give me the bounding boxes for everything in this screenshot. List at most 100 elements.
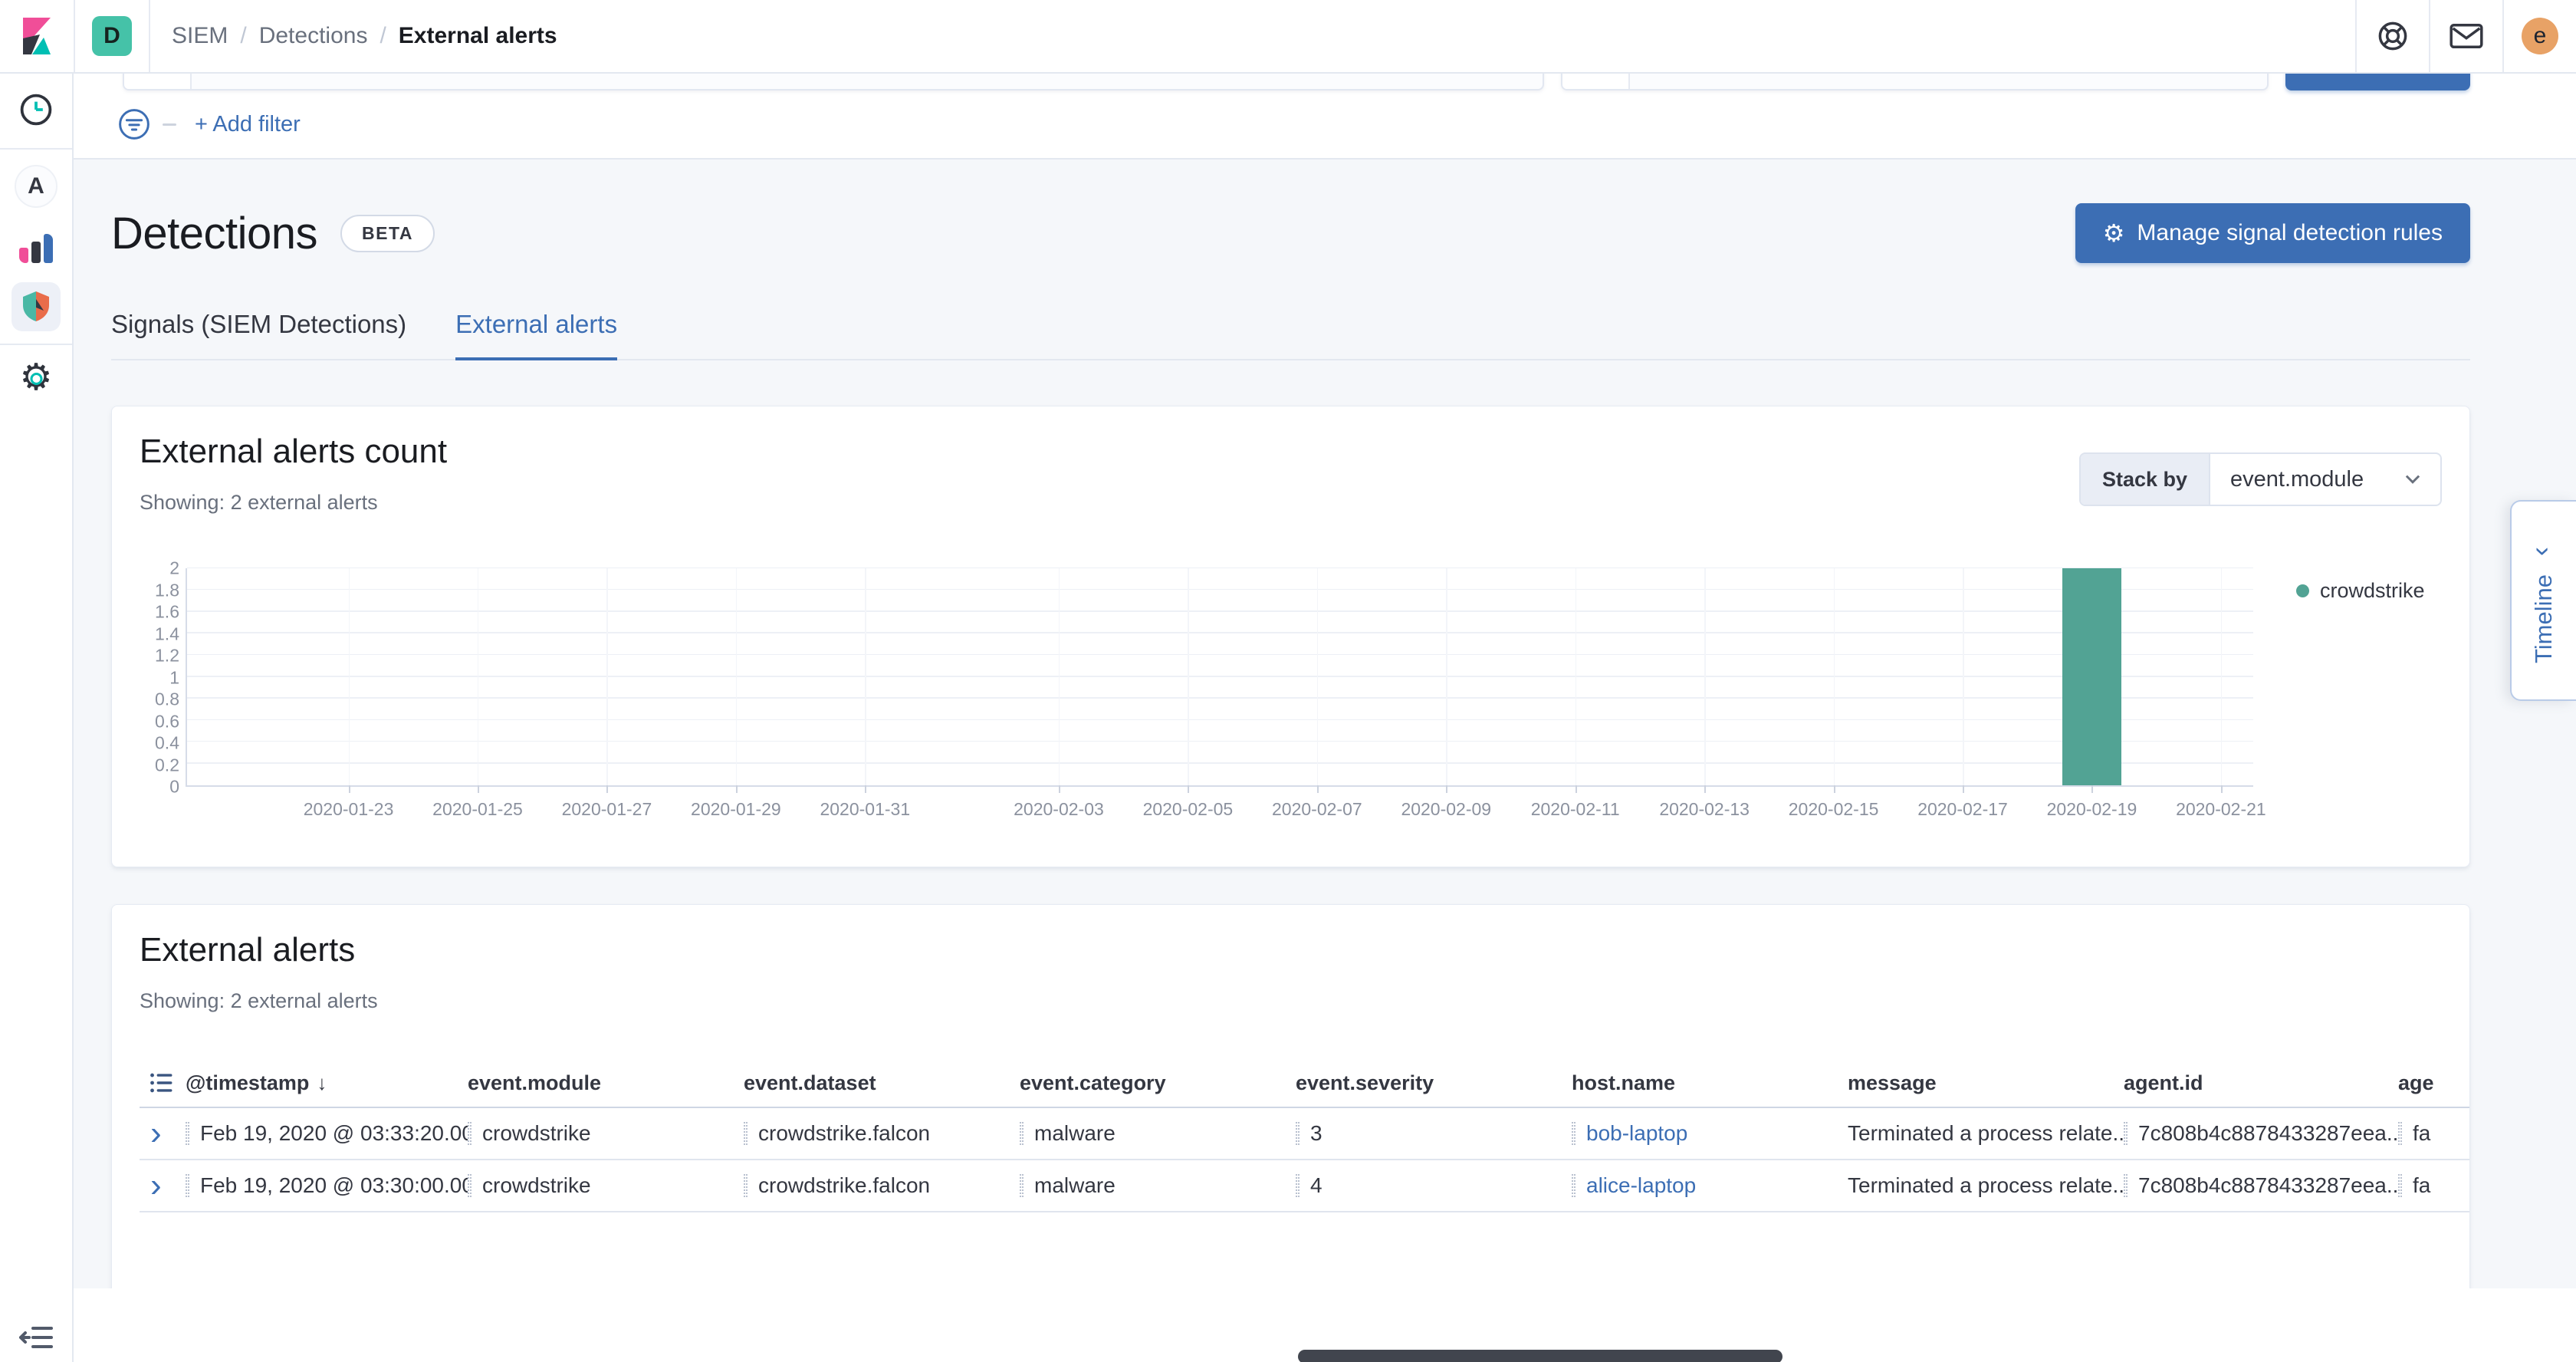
showing-count: Showing: 2 external alerts bbox=[140, 491, 447, 515]
column-header-label: event.severity bbox=[1296, 1071, 1434, 1095]
drag-handle[interactable] bbox=[1572, 1174, 1576, 1197]
expand-row-icon[interactable]: › bbox=[140, 1169, 186, 1202]
drag-handle[interactable] bbox=[186, 1174, 189, 1197]
column-header-agent[interactable]: age bbox=[2398, 1071, 2469, 1095]
breadcrumb-siem[interactable]: SIEM bbox=[172, 23, 228, 49]
external-alerts-histogram: 00.20.40.60.811.21.41.61.82 2020-01-2320… bbox=[140, 568, 2442, 787]
gridline bbox=[187, 589, 2253, 591]
x-axis-tick bbox=[1446, 785, 1447, 793]
x-axis-tick bbox=[2091, 785, 2093, 793]
x-axis-tick bbox=[1059, 785, 1060, 793]
y-axis-label: 1 bbox=[169, 667, 179, 688]
column-header-event.module[interactable]: event.module bbox=[468, 1071, 744, 1095]
x-axis-tick bbox=[606, 785, 608, 793]
column-header-timestamp[interactable]: @timestamp↓ bbox=[186, 1071, 468, 1095]
sidebar-item-management[interactable]: ⚙ bbox=[19, 360, 52, 396]
divider bbox=[0, 148, 72, 150]
column-header-event.category[interactable]: event.category bbox=[1020, 1071, 1296, 1095]
drag-handle[interactable] bbox=[1296, 1122, 1300, 1145]
filter-icon[interactable] bbox=[118, 108, 150, 140]
gridline bbox=[187, 762, 2253, 764]
drag-handle[interactable] bbox=[2398, 1174, 2402, 1197]
x-axis-label: 2020-02-07 bbox=[1272, 799, 1362, 820]
sidebar-item-siem[interactable] bbox=[12, 282, 61, 331]
bar-crowdstrike-2020-02-19[interactable] bbox=[2062, 568, 2121, 785]
manage-signal-detection-rules-button[interactable]: ⚙ Manage signal detection rules bbox=[2075, 203, 2470, 263]
cell-value: 4 bbox=[1310, 1173, 1322, 1198]
x-axis-label: 2020-02-15 bbox=[1789, 799, 1879, 820]
timeline-toggle-button[interactable]: › Timeline bbox=[2510, 500, 2576, 701]
gridline bbox=[187, 697, 2253, 699]
sidebar-item-app-a[interactable]: A bbox=[15, 165, 58, 208]
drag-handle[interactable] bbox=[1020, 1122, 1024, 1145]
cell-agent.id: 7c808b4c8878433287eea... bbox=[2124, 1173, 2398, 1198]
legend-item-crowdstrike[interactable]: crowdstrike bbox=[2296, 579, 2442, 603]
tab-external-alerts[interactable]: External alerts bbox=[455, 310, 617, 360]
gridline bbox=[1188, 568, 1189, 785]
help-lifering-icon bbox=[2377, 20, 2409, 52]
y-axis-label: 1.6 bbox=[155, 602, 179, 623]
collapse-nav-button[interactable] bbox=[19, 1324, 53, 1351]
gridline bbox=[865, 568, 866, 785]
cell-event.module: crowdstrike bbox=[468, 1173, 744, 1198]
gridline bbox=[478, 568, 479, 785]
newsfeed-button[interactable] bbox=[2430, 0, 2502, 72]
stack-by-control: Stack by event.module bbox=[2079, 452, 2442, 506]
filter-dash bbox=[163, 123, 176, 126]
drag-handle[interactable] bbox=[744, 1122, 748, 1145]
gridline bbox=[1059, 568, 1060, 785]
tab-signals[interactable]: Signals (SIEM Detections) bbox=[111, 310, 406, 359]
cell-value: Terminated a process relate... bbox=[1848, 1173, 2124, 1198]
help-button[interactable] bbox=[2357, 0, 2429, 72]
user-menu-button[interactable]: e bbox=[2504, 0, 2576, 72]
breadcrumb-detections[interactable]: Detections bbox=[259, 23, 368, 49]
cell-value[interactable]: alice-laptop bbox=[1586, 1173, 1696, 1198]
space-badge[interactable]: D bbox=[92, 16, 132, 56]
expand-row-icon[interactable]: › bbox=[140, 1117, 186, 1150]
recently-viewed-button[interactable] bbox=[18, 91, 54, 128]
drag-handle[interactable] bbox=[1296, 1174, 1300, 1197]
cell-value: crowdstrike.falcon bbox=[758, 1121, 930, 1146]
x-axis-tick bbox=[1834, 785, 1835, 793]
kibana-logo[interactable] bbox=[0, 0, 74, 72]
timeline-label: Timeline bbox=[2530, 574, 2558, 663]
y-axis-label: 1.8 bbox=[155, 580, 179, 600]
column-header-message[interactable]: message bbox=[1848, 1071, 2124, 1095]
column-header-label: event.category bbox=[1020, 1071, 1166, 1095]
fields-browser-button[interactable] bbox=[140, 1070, 186, 1096]
add-filter-button[interactable]: + Add filter bbox=[195, 112, 301, 137]
gridline bbox=[1704, 568, 1706, 785]
sidebar-item-visualize[interactable] bbox=[19, 232, 53, 263]
column-header-label: host.name bbox=[1572, 1071, 1675, 1095]
gridline bbox=[1963, 568, 1964, 785]
drag-handle[interactable] bbox=[1572, 1122, 1576, 1145]
drag-handle[interactable] bbox=[2124, 1122, 2128, 1145]
drag-handle[interactable] bbox=[186, 1122, 189, 1145]
cell-value[interactable]: bob-laptop bbox=[1586, 1121, 1687, 1146]
gridline bbox=[1446, 568, 1447, 785]
stack-by-select[interactable]: event.module bbox=[2210, 454, 2440, 505]
drag-handle[interactable] bbox=[744, 1174, 748, 1197]
x-axis-label: 2020-01-27 bbox=[562, 799, 652, 820]
x-axis-label: 2020-02-17 bbox=[1917, 799, 2008, 820]
stack-by-value: event.module bbox=[2230, 467, 2364, 492]
column-header-event.dataset[interactable]: event.dataset bbox=[744, 1071, 1020, 1095]
x-axis-label: 2020-01-29 bbox=[691, 799, 781, 820]
cell-value: Feb 19, 2020 @ 03:30:00.000 bbox=[200, 1173, 468, 1198]
drag-handle[interactable] bbox=[2398, 1122, 2402, 1145]
drag-handle[interactable] bbox=[1020, 1174, 1024, 1197]
drag-handle[interactable] bbox=[468, 1174, 472, 1197]
column-header-event.severity[interactable]: event.severity bbox=[1296, 1071, 1572, 1095]
breadcrumb-current: External alerts bbox=[399, 23, 557, 49]
drag-handle[interactable] bbox=[2124, 1174, 2128, 1197]
gridline bbox=[736, 568, 738, 785]
x-axis-label: 2020-01-31 bbox=[820, 799, 910, 820]
gridline bbox=[349, 568, 350, 785]
drag-handle[interactable] bbox=[468, 1122, 472, 1145]
breadcrumb: SIEM Detections External alerts bbox=[172, 23, 557, 49]
table-row: ›Feb 19, 2020 @ 03:33:20.000crowdstrikec… bbox=[140, 1108, 2469, 1160]
column-header-host.name[interactable]: host.name bbox=[1572, 1071, 1848, 1095]
horizontal-scrollbar-thumb[interactable] bbox=[1298, 1350, 1783, 1362]
column-header-agent.id[interactable]: agent.id bbox=[2124, 1071, 2398, 1095]
cell-value: malware bbox=[1034, 1121, 1116, 1146]
